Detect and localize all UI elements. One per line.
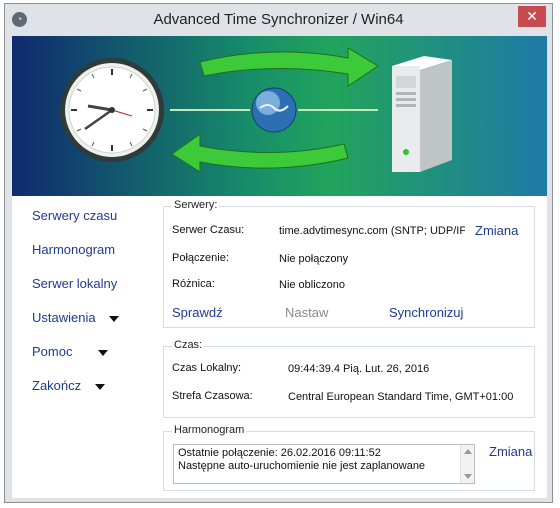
set-button[interactable]: Nastaw	[285, 305, 328, 320]
log-line: Ostatnie połączenie: 26.02.2016 09:11:52	[178, 447, 381, 459]
nav-item-label: Serwery czasu	[32, 208, 118, 223]
difference-value: Nie obliczono	[279, 279, 346, 291]
dropdown-arrow-icon	[98, 349, 109, 356]
check-button[interactable]: Sprawdź	[172, 305, 223, 320]
time-group-title: Czas:	[172, 339, 205, 351]
scroll-down-icon[interactable]	[464, 474, 472, 479]
nav-item-label: Ustawienia	[32, 310, 96, 325]
window-title: Advanced Time Synchronizer / Win64	[153, 11, 404, 28]
schedule-log[interactable]: Ostatnie połączenie: 26.02.2016 09:11:52…	[173, 444, 475, 484]
globe-icon	[251, 87, 297, 133]
server-tower-icon	[392, 56, 452, 172]
nav-item-label: Serwer lokalny	[32, 276, 118, 291]
server-label: Serwer Czasu:	[172, 224, 245, 236]
nav-item-label: Pomoc	[32, 344, 73, 359]
close-button[interactable]: ✕	[518, 6, 546, 27]
server-value: time.advtimesync.com (SNTP; UDP/IF	[279, 225, 465, 237]
change-server-button[interactable]: Zmiana	[475, 223, 518, 238]
servers-group: Serwery: Serwer Czasu: time.advtimesync.…	[163, 199, 535, 328]
schedule-group: Harmonogram Ostatnie połączenie: 26.02.2…	[163, 424, 535, 491]
wall-clock-icon	[60, 58, 164, 162]
connection-value: Nie połączony	[279, 253, 349, 265]
servers-group-title: Serwery:	[172, 199, 220, 211]
time-zone-value: Central European Standard Time, GMT+01:0…	[288, 391, 514, 403]
client-area: Serwery czasu Harmonogram Serwer lokalny…	[12, 36, 547, 498]
header-banner	[12, 36, 547, 196]
change-schedule-button[interactable]: Zmiana	[489, 444, 532, 459]
dropdown-arrow-icon	[94, 383, 105, 390]
synchronize-button[interactable]: Synchronizuj	[389, 305, 463, 320]
log-line: Następne auto-uruchomienie nie jest zapl…	[178, 460, 426, 472]
side-navigation: Serwery czasu Harmonogram Serwer lokalny…	[12, 196, 157, 498]
time-zone-label: Strefa Czasowa:	[172, 390, 253, 402]
nav-item-label: Harmonogram	[32, 242, 116, 257]
nav-item-help[interactable]: Pomoc	[32, 344, 109, 359]
connection-label: Połączenie:	[172, 252, 229, 264]
nav-item-settings[interactable]: Ustawienia	[32, 310, 120, 325]
log-scrollbar[interactable]	[460, 445, 474, 483]
local-time-label: Czas Lokalny:	[172, 362, 242, 374]
nav-item-time-servers[interactable]: Serwery czasu	[32, 208, 117, 223]
app-window: ◔ Advanced Time Synchronizer / Win64 ✕ S…	[4, 3, 553, 503]
nav-item-schedule[interactable]: Harmonogram	[32, 242, 115, 257]
nav-item-local-server[interactable]: Serwer lokalny	[32, 276, 117, 291]
nav-item-label: Zakończ	[32, 378, 82, 393]
nav-item-exit[interactable]: Zakończ	[32, 378, 105, 393]
schedule-group-title: Harmonogram	[172, 424, 247, 436]
local-time-value: 09:44:39.4 Pią. Lut. 26, 2016	[288, 363, 430, 375]
banner-art	[60, 47, 452, 173]
scroll-up-icon[interactable]	[464, 449, 472, 454]
title-bar[interactable]: ◔ Advanced Time Synchronizer / Win64 ✕	[5, 4, 552, 36]
dropdown-arrow-icon	[109, 315, 120, 322]
difference-label: Różnica:	[172, 278, 215, 290]
time-group: Czas: Czas Lokalny: 09:44:39.4 Pią. Lut.…	[163, 339, 535, 418]
